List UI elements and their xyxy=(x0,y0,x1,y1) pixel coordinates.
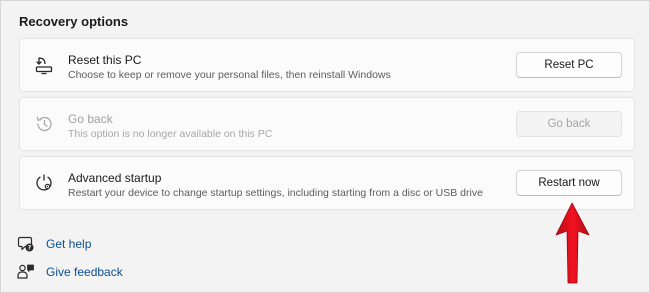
annotation-arrow-icon xyxy=(555,202,590,284)
advanced-startup-icon xyxy=(34,173,54,193)
go-back-button[interactable]: Go back xyxy=(516,111,622,137)
reset-pc-icon xyxy=(34,55,54,75)
card-description: Restart your device to change startup se… xyxy=(68,187,483,199)
settings-window: Recovery options Reset this PC Choose to… xyxy=(0,0,650,293)
card-advanced-startup: Advanced startup Restart your device to … xyxy=(19,156,635,210)
history-icon xyxy=(34,114,54,134)
svg-text:?: ? xyxy=(28,245,32,252)
get-help-label: Get help xyxy=(46,237,92,251)
card-go-back: Go back This option is no longer availab… xyxy=(19,97,635,151)
section-title: Recovery options xyxy=(19,14,129,29)
give-feedback-label: Give feedback xyxy=(46,265,123,279)
card-title: Go back xyxy=(68,112,113,126)
card-reset-pc: Reset this PC Choose to keep or remove y… xyxy=(19,38,635,92)
card-description: Choose to keep or remove your personal f… xyxy=(68,69,391,81)
card-description: This option is no longer available on th… xyxy=(68,128,273,140)
card-title: Advanced startup xyxy=(68,171,162,185)
card-title: Reset this PC xyxy=(68,53,142,67)
feedback-icon xyxy=(17,263,35,281)
restart-now-button[interactable]: Restart now xyxy=(516,170,622,196)
reset-pc-button[interactable]: Reset PC xyxy=(516,52,622,78)
help-icon: ? xyxy=(17,235,35,253)
